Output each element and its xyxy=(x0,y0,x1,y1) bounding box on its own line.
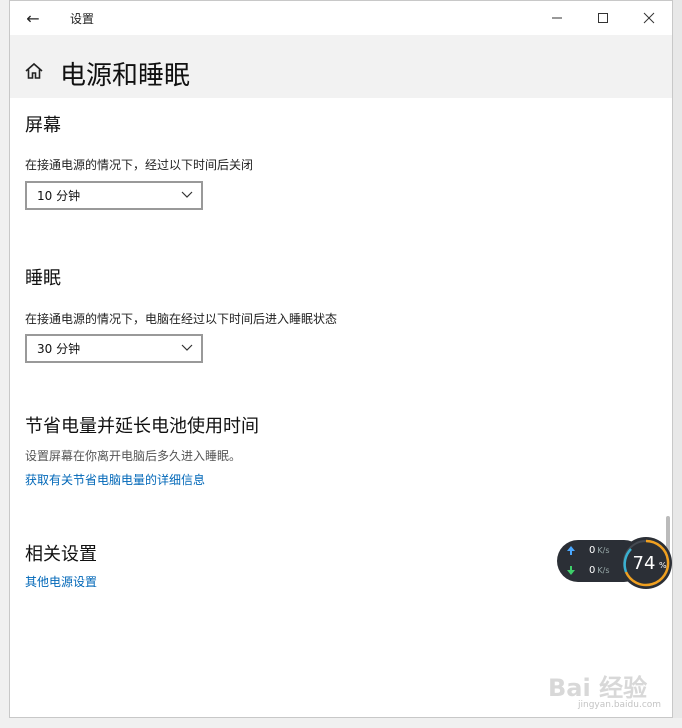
screen-timeout-value: 10 分钟 xyxy=(37,189,81,203)
network-speed-widget[interactable]: 0 K/s 0 K/s 74 % xyxy=(557,536,677,590)
title-bar: ← 设置 xyxy=(10,1,672,35)
maximize-icon xyxy=(598,13,608,23)
upload-unit: K/s xyxy=(597,546,610,555)
gauge-percent: 74 xyxy=(633,553,656,574)
related-settings-heading: 相关设置 xyxy=(25,544,97,565)
chevron-down-icon xyxy=(181,191,193,198)
sleep-timeout-value: 30 分钟 xyxy=(37,342,81,356)
back-button[interactable]: ← xyxy=(16,3,50,33)
watermark-url: jingyan.baidu.com xyxy=(578,700,662,710)
page-title: 电源和睡眠 xyxy=(60,61,191,91)
download-arrow-icon xyxy=(567,566,575,575)
maximize-button[interactable] xyxy=(580,1,626,35)
minimize-icon xyxy=(552,17,562,19)
close-button[interactable] xyxy=(626,1,672,35)
power-saving-info-link[interactable]: 获取有关节省电脑电量的详细信息 xyxy=(25,471,205,488)
battery-heading: 节省电量并延长电池使用时间 xyxy=(25,416,259,437)
chevron-down-icon xyxy=(181,344,193,351)
battery-description: 设置屏幕在你离开电脑后多久进入睡眠。 xyxy=(25,449,242,463)
window-title: 设置 xyxy=(70,12,95,26)
bottom-strip xyxy=(0,718,682,728)
page-header: 电源和睡眠 xyxy=(10,35,672,98)
screen-heading: 屏幕 xyxy=(25,115,61,136)
close-icon xyxy=(643,12,655,24)
download-value: 0 xyxy=(589,565,596,576)
screen-description: 在接通电源的情况下，经过以下时间后关闭 xyxy=(25,158,254,172)
back-arrow-icon: ← xyxy=(26,8,40,28)
memory-gauge: 74 % xyxy=(620,537,672,589)
sleep-description: 在接通电源的情况下，电脑在经过以下时间后进入睡眠状态 xyxy=(25,312,338,326)
sleep-timeout-dropdown[interactable]: 30 分钟 xyxy=(25,334,203,363)
home-icon[interactable] xyxy=(24,62,44,80)
window-controls xyxy=(534,1,672,35)
upload-arrow-icon xyxy=(567,546,575,555)
download-unit: K/s xyxy=(597,566,610,575)
upload-value: 0 xyxy=(589,545,596,556)
settings-window: ← 设置 电源和睡眠 屏幕 在接通电源的情况下，经过以下时间后关闭 10 分钟 xyxy=(9,0,673,718)
screen-timeout-dropdown[interactable]: 10 分钟 xyxy=(25,181,203,210)
other-power-settings-link[interactable]: 其他电源设置 xyxy=(25,573,97,590)
upload-speed: 0 K/s xyxy=(567,545,609,556)
minimize-button[interactable] xyxy=(534,1,580,35)
watermark-text: Bai 经验 xyxy=(548,674,648,702)
gauge-percent-sign: % xyxy=(659,561,667,570)
download-speed: 0 K/s xyxy=(567,565,609,576)
sleep-heading: 睡眠 xyxy=(25,268,61,289)
